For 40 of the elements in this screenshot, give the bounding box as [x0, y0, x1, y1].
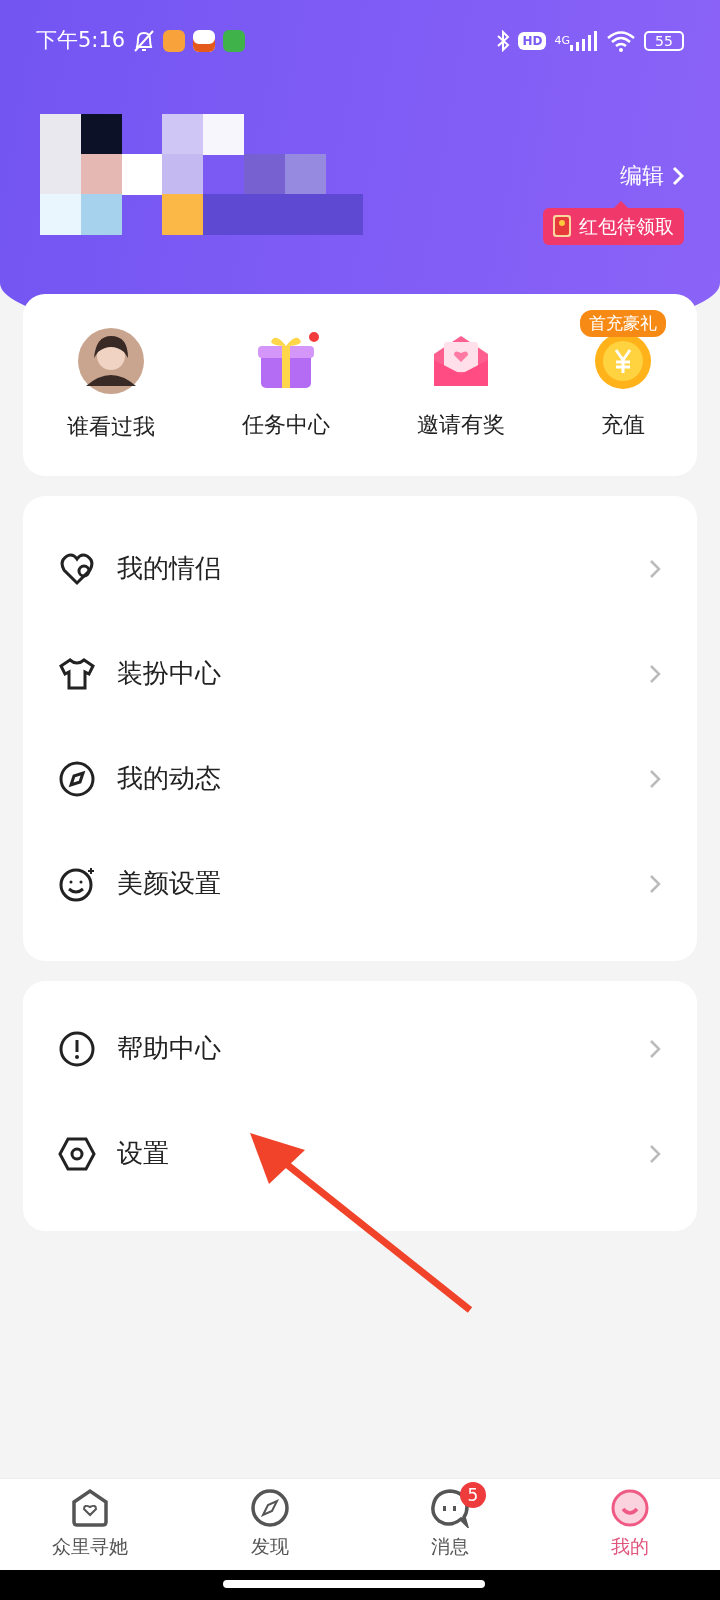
app-icon — [223, 30, 246, 52]
tab[interactable]: 我的 — [540, 1479, 720, 1570]
envelope-icon — [553, 215, 571, 238]
status-time: 下午5:16 — [36, 27, 126, 55]
quick-action-label[interactable]: 邀请有奖 — [416, 407, 505, 441]
bell-off-icon — [133, 29, 156, 53]
app-icon — [163, 30, 186, 52]
app-icon — [193, 30, 216, 52]
menu-item[interactable]: 我的情侣 — [23, 516, 697, 621]
edit-link[interactable]: 编辑 — [620, 159, 684, 192]
chevron-right-icon — [649, 768, 661, 789]
wifi-icon — [606, 30, 636, 52]
bluetooth-icon — [496, 30, 511, 52]
network-label: 4G — [554, 32, 570, 49]
menu-item[interactable]: 设置 — [23, 1101, 697, 1206]
chevron-right-icon — [649, 663, 661, 684]
menu-item[interactable]: 美颜设置 — [23, 831, 697, 936]
hd-label: HD — [518, 32, 547, 50]
chevron-right-icon — [649, 1038, 661, 1059]
menu-item[interactable]: 装扮中心 — [23, 621, 697, 726]
smile-icon — [610, 1488, 650, 1529]
tab[interactable]: 发现 — [180, 1479, 360, 1570]
battery-indicator: 55 — [644, 31, 684, 51]
chat-icon — [430, 1488, 470, 1529]
menu-item[interactable]: 帮助中心 — [23, 996, 697, 1101]
menu-item[interactable]: 我的动态 — [23, 726, 697, 831]
quick-action-label[interactable]: 充值 — [600, 407, 645, 441]
chevron-right-icon — [672, 165, 684, 186]
chevron-right-icon — [649, 558, 661, 579]
chevron-right-icon — [649, 1143, 661, 1164]
tab[interactable]: 众里寻她 — [0, 1479, 180, 1570]
unread-count: 5 — [460, 1482, 486, 1509]
home-icon — [70, 1488, 110, 1529]
tab[interactable]: 5 消息 — [360, 1479, 540, 1570]
signal-icon — [570, 31, 598, 51]
compass-icon — [250, 1488, 290, 1529]
quick-action-label[interactable]: 任务中心 — [241, 407, 330, 441]
chevron-right-icon — [649, 873, 661, 894]
promo-tag: 首充豪礼 — [579, 309, 666, 337]
quick-action-label[interactable]: 谁看过我 — [66, 409, 155, 443]
